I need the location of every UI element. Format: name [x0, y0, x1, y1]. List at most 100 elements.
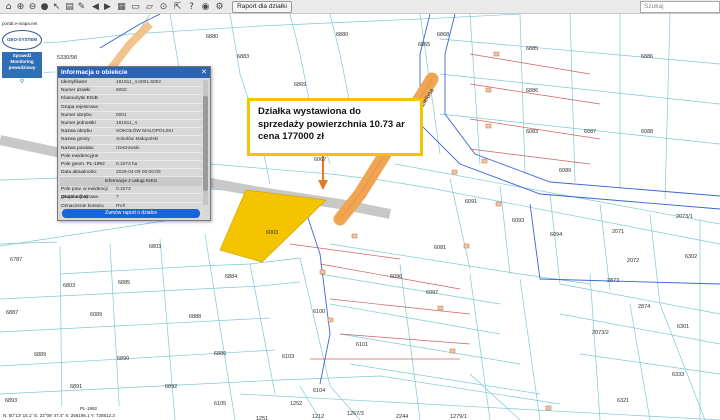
parcel-number-label: 2073/1: [676, 214, 693, 220]
panel-scrollbar[interactable]: [203, 80, 208, 205]
info-row: Nazwa obrębu SOKOŁÓW MAŁOPOLSKI: [60, 128, 202, 137]
parcel-number-label: 6003: [266, 230, 279, 236]
info-row-value: [116, 153, 202, 160]
pin-icon[interactable]: ⊙: [158, 2, 169, 12]
info-row: Grupa rejestrowa 7: [60, 194, 202, 203]
kieg-section-title: Informacje z usługi KIEG: [60, 177, 202, 187]
parcel-number-label: 6089: [559, 168, 572, 174]
parcel-number-label: 1252: [290, 401, 303, 407]
info-row: Pole pow. w ewidencji gruntów (ha) 0.1073: [60, 186, 202, 201]
info-row: Grupa rejestrowa: [60, 104, 202, 112]
info-row-value: 7: [116, 195, 119, 201]
parcel-number-label: 6891: [70, 384, 83, 390]
highlighted-parcel: [219, 189, 327, 263]
parcel-number-label: 6887: [6, 310, 19, 316]
info-row-key: Numer działki: [61, 88, 91, 94]
panel-header[interactable]: Informacja o obiekcie ✕: [58, 67, 210, 78]
search-input[interactable]: Szukaj: [640, 1, 720, 13]
measure-icon[interactable]: ✎: [76, 2, 87, 12]
pointer-icon[interactable]: ↖: [51, 2, 62, 12]
search-icon[interactable]: ⚲: [16, 79, 28, 86]
info-row: Numer obrębu 0001: [60, 112, 202, 120]
parcel-number-label: 6091: [465, 199, 478, 205]
callout-line-2: sprzedaży powierzchnia 10.73 ar: [258, 118, 405, 130]
info-row-key: Pole pow. w ewidencji gruntów (ha): [61, 187, 108, 201]
info-row-value: SOKOŁÓW MAŁOPOLSKI: [116, 129, 174, 135]
info-row: Identyfikator 181611_4.0001.5002: [60, 79, 202, 88]
parcel-number-label: 6888: [189, 314, 202, 320]
info-row-value: Sokołów Małopolski: [116, 137, 159, 143]
info-row: Nazwa gminy Sokołów Małopolski: [60, 136, 202, 145]
parcel-number-label: 6787: [10, 257, 23, 263]
info-row: Numer jednostki 181611_4: [60, 120, 202, 129]
camera-icon[interactable]: ◉: [200, 2, 211, 12]
parcel-number-label: 2244: [396, 414, 409, 420]
parcel-number-label: 6321: [617, 398, 630, 404]
parcel-number-label: 6104: [313, 388, 326, 394]
parcel-number-label: 6081: [434, 245, 447, 251]
status-bar: PL-1992 N: 50°13' 15.1" E: 22°08' 47.4" …: [0, 406, 126, 420]
info-row-key: Nazwa gminy: [61, 137, 90, 143]
info-row-value: [116, 95, 202, 102]
info-row: Nazwa powiatu rzeszowski: [60, 145, 202, 153]
zoom-out-icon[interactable]: ⊖: [27, 2, 38, 12]
parcel-number-label: 6884: [225, 274, 238, 280]
parcel-number-label: 6103: [282, 354, 295, 360]
parcel-number-label: 6302: [685, 254, 698, 260]
parcel-number-label: 6101: [356, 342, 369, 348]
info-row-value: 0001: [116, 112, 127, 118]
parcel-number-label: 6089: [90, 312, 103, 318]
parcel-number-label: 6083: [526, 129, 539, 135]
settings-icon[interactable]: ⚙: [214, 2, 225, 12]
parcel-number-label: 6803: [149, 244, 162, 250]
parcel-number-label: 6301: [677, 324, 690, 330]
callout-line-1: Działka wystawiona do: [258, 106, 361, 117]
info-row-key: Numer obrębu: [61, 112, 92, 118]
order-report-button[interactable]: Zamów raport o działce: [62, 209, 200, 218]
parcel-number-label: 5330/98: [57, 55, 77, 61]
parcel-number-label: 6105: [214, 401, 227, 407]
info-row-key: Identyfikator: [61, 80, 88, 85]
area-icon[interactable]: ▱: [144, 2, 155, 12]
parcel-number-label: 6097: [426, 290, 439, 296]
parcel-number-label: 6885: [118, 280, 131, 286]
geo-system-logo: portal.e-mapa.net GEO-SYSTEM Sprawdź Mon…: [0, 18, 44, 86]
info-row-key: Grupa rejestrowa: [61, 104, 98, 110]
forward-icon[interactable]: ▶: [102, 2, 113, 12]
info-row-value: 6002: [116, 88, 127, 94]
info-row: Data aktualności 2025-04-09 00:00:00: [60, 169, 202, 178]
parcel-number-label: 6892: [165, 384, 178, 390]
info-row-value: [116, 104, 202, 111]
info-row: Pole ewidencyjne: [60, 153, 202, 161]
parcel-report-button[interactable]: Raport dla działki: [232, 1, 292, 13]
info-row-key: Data aktualności: [61, 170, 97, 176]
parcel-number-label: 6886: [214, 351, 227, 357]
help-icon[interactable]: ?: [186, 2, 197, 12]
info-row-key: Nazwa obrębu: [61, 129, 92, 135]
parcel-number-label: 6803: [63, 283, 76, 289]
info-icon[interactable]: ●: [39, 2, 50, 12]
parcel-number-label: 6883: [237, 54, 250, 60]
callout-line-3: cena 177000 zł: [258, 131, 325, 142]
sale-callout: Działka wystawiona do sprzedaży powierzc…: [247, 98, 423, 156]
home-icon[interactable]: ⌂: [3, 2, 14, 12]
scrollbar-thumb[interactable]: [203, 96, 208, 191]
parcel-number-label: 1279/1: [450, 414, 467, 420]
parcel-number-label: 6889: [34, 352, 47, 358]
back-icon[interactable]: ◀: [90, 2, 101, 12]
share-icon[interactable]: ⇱: [172, 2, 183, 12]
info-row-key: Klasoużytki EGiB: [61, 96, 98, 102]
parcel-number-label: 6886: [526, 88, 539, 94]
parcel-number-label: 6333: [672, 372, 685, 378]
layers-icon[interactable]: ▦: [116, 2, 127, 12]
parcel-number-label: 2072: [627, 258, 640, 264]
print-icon[interactable]: ▤: [64, 2, 75, 12]
info-row-value: 0.1073 ha: [116, 161, 138, 167]
brand-name: GEO-SYSTEM: [2, 30, 42, 50]
toolbar: ⌂ ⊕ ⊖ ● ↖ ▤ ✎ ◀ ▶ ▦ ▭ ▱ ⊙ ⇱ ? ◉ ⚙ Raport…: [0, 0, 720, 14]
zoom-in-icon[interactable]: ⊕: [15, 2, 26, 12]
parcel-number-label: 1212: [312, 414, 325, 420]
close-icon[interactable]: ✕: [201, 67, 207, 78]
ruler-icon[interactable]: ▭: [130, 2, 141, 12]
flood-monitoring-link[interactable]: Sprawdź Monitoring powodziowy: [2, 52, 42, 78]
